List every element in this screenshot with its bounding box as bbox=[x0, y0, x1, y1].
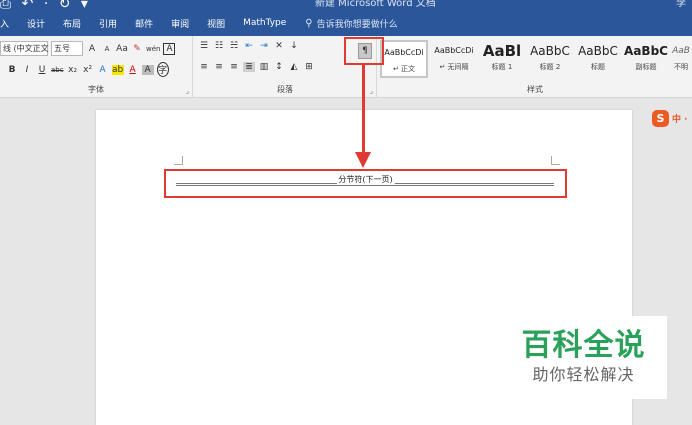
tell-me-placeholder: 告诉我你想要做什么 bbox=[316, 19, 398, 30]
annotation-arrow-shaft bbox=[362, 64, 365, 154]
show-formatting-marks-highlight: ¶ bbox=[344, 37, 384, 65]
sort-icon[interactable]: ↓ bbox=[288, 41, 300, 51]
grow-font-button[interactable]: A bbox=[86, 44, 98, 54]
shrink-font-button[interactable]: A bbox=[101, 45, 113, 53]
tab-design[interactable]: 设计 bbox=[18, 17, 54, 30]
style-normal[interactable]: AaBbCcDi ↵ 正文 bbox=[380, 40, 428, 78]
tab-references[interactable]: 引用 bbox=[90, 17, 126, 30]
margin-corner-mark bbox=[551, 156, 560, 165]
styles-group: AaBbCcDi ↵ 正文 AaBbCcDi ↵ 无间隔 AaBl 标题 1 A… bbox=[378, 36, 692, 98]
style-heading-1[interactable]: AaBl 标题 1 bbox=[478, 40, 526, 78]
search-icon: ⚲ bbox=[305, 17, 313, 29]
ime-toolbar[interactable]: S 中 · bbox=[652, 110, 688, 127]
style-subtle[interactable]: AaB 不明 bbox=[670, 40, 692, 78]
char-border-button[interactable]: A bbox=[163, 42, 176, 55]
font-name-select[interactable]: 线 (中文正文 bbox=[0, 41, 49, 56]
char-shading-button[interactable]: A bbox=[141, 64, 154, 75]
align-center-icon[interactable]: ≡ bbox=[213, 62, 225, 72]
line-spacing-icon[interactable]: ↕ bbox=[273, 62, 285, 72]
bullets-icon[interactable]: ☰ bbox=[198, 41, 210, 51]
sogou-ime-icon: S bbox=[652, 110, 669, 127]
shading-icon[interactable]: ◭ bbox=[288, 62, 300, 72]
superscript-button[interactable]: x² bbox=[82, 65, 94, 75]
margin-corner-mark bbox=[174, 156, 183, 165]
show-hide-marks-button[interactable]: ¶ bbox=[358, 43, 372, 59]
tab-view[interactable]: 视图 bbox=[198, 17, 234, 30]
tab-layout[interactable]: 布局 bbox=[54, 17, 90, 30]
strikethrough-button[interactable]: abc bbox=[51, 66, 64, 74]
tab-mathtype[interactable]: MathType bbox=[234, 18, 295, 28]
justify-icon[interactable]: ≣ bbox=[243, 62, 255, 72]
annotation-arrow-head bbox=[355, 152, 371, 168]
user-name[interactable]: 李 bbox=[676, 0, 686, 9]
paragraph-group-label: 段落 bbox=[277, 85, 293, 94]
align-right-icon[interactable]: ≡ bbox=[228, 62, 240, 72]
change-case-button[interactable]: Aa bbox=[116, 44, 128, 54]
style-heading-2[interactable]: AaBbC 标题 2 bbox=[526, 40, 574, 78]
tab-review[interactable]: 审阅 bbox=[162, 17, 198, 30]
decrease-indent-icon[interactable]: ⇤ bbox=[243, 41, 255, 51]
watermark-title: 百科全说 bbox=[521, 328, 646, 363]
styles-group-label: 样式 bbox=[527, 85, 543, 94]
quick-access-toolbar[interactable]: ⎙ ↶ · ↻ ▾ bbox=[0, 0, 91, 12]
style-title[interactable]: AaBbC 标题 bbox=[574, 40, 622, 78]
tab-mailings[interactable]: 邮件 bbox=[126, 17, 162, 30]
enclose-char-button[interactable]: 字 bbox=[156, 62, 169, 77]
tell-me-box[interactable]: ⚲ 告诉我你想要做什么 bbox=[305, 17, 397, 30]
dialog-launcher-icon[interactable]: ⌟ bbox=[186, 87, 189, 95]
text-effect-button[interactable]: A bbox=[97, 65, 109, 75]
clear-format-icon[interactable]: ✎ bbox=[131, 44, 143, 54]
numbering-icon[interactable]: ☷ bbox=[213, 41, 225, 51]
underline-button[interactable]: U bbox=[36, 65, 48, 75]
highlight-button[interactable]: ab bbox=[111, 64, 124, 75]
align-left-icon[interactable]: ≡ bbox=[198, 62, 210, 72]
font-group: 线 (中文正文 五号 A A Aa ✎ wén A B I U abc x₂ x… bbox=[0, 36, 193, 98]
document-title: 新建 Microsoft Word 文档 bbox=[315, 0, 436, 9]
chinese-layout-icon[interactable]: ✕ bbox=[273, 41, 285, 51]
distributed-icon[interactable]: ▥ bbox=[258, 62, 270, 72]
section-break-highlight: 分节符(下一页) bbox=[164, 169, 567, 198]
ribbon-tab-strip: 入 设计 布局 引用 邮件 审阅 视图 MathType ⚲ 告诉我你想要做什么 bbox=[0, 14, 398, 32]
dialog-launcher-icon[interactable]: ⌟ bbox=[370, 87, 373, 95]
multilevel-list-icon[interactable]: ☵ bbox=[228, 41, 240, 51]
font-size-select[interactable]: 五号 bbox=[51, 41, 83, 56]
font-group-label: 字体 bbox=[88, 85, 104, 94]
section-break-label: 分节符(下一页) bbox=[336, 174, 395, 185]
title-bar: ⎙ ↶ · ↻ ▾ 新建 Microsoft Word 文档 李 入 设计 布局… bbox=[0, 0, 692, 36]
borders-icon[interactable]: ⊞ bbox=[303, 62, 315, 72]
style-subtitle[interactable]: AaBbC 副标题 bbox=[622, 40, 670, 78]
phonetic-guide-button[interactable]: wén bbox=[146, 45, 160, 53]
font-color-button[interactable]: A bbox=[127, 65, 139, 75]
bold-button[interactable]: B bbox=[6, 65, 18, 75]
increase-indent-icon[interactable]: ⇥ bbox=[258, 41, 270, 51]
style-no-spacing[interactable]: AaBbCcDi ↵ 无间隔 bbox=[430, 40, 478, 78]
ime-mode-label: 中 · bbox=[672, 115, 688, 125]
subscript-button[interactable]: x₂ bbox=[67, 65, 79, 75]
watermark-subtitle: 助你轻松解决 bbox=[532, 365, 635, 384]
italic-button[interactable]: I bbox=[21, 65, 33, 75]
watermark: 百科全说 助你轻松解决 bbox=[500, 316, 667, 399]
tab-insert[interactable]: 入 bbox=[0, 17, 18, 30]
